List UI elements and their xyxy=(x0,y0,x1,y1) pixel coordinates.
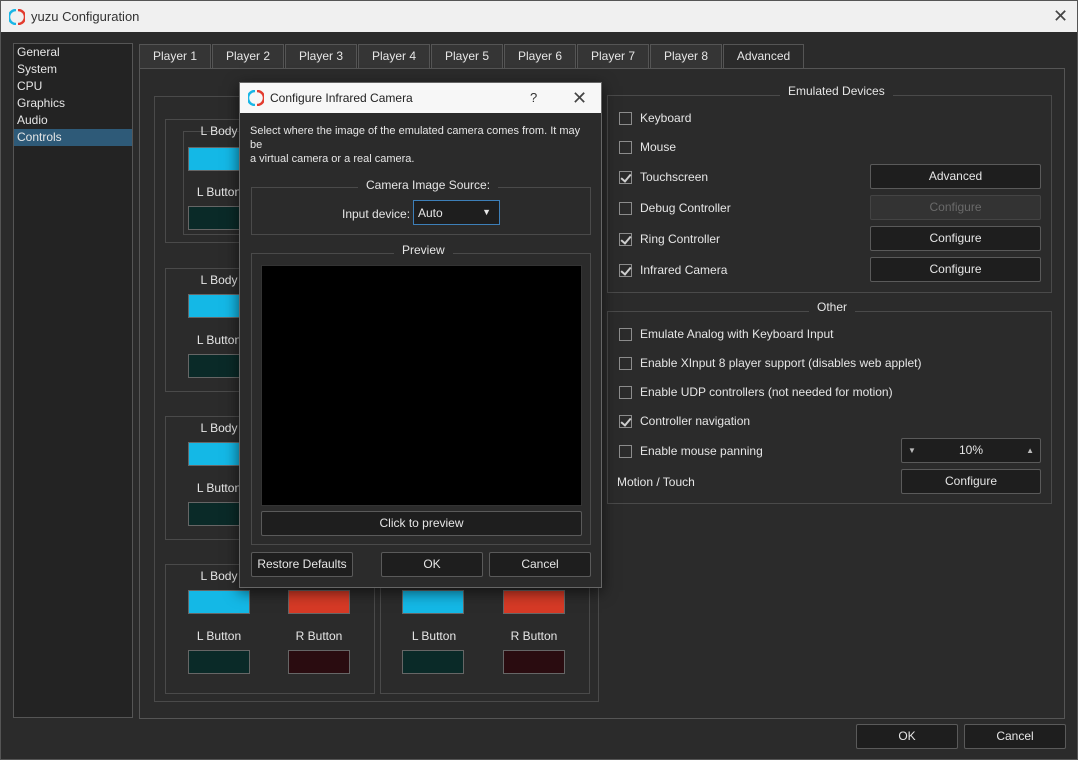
debug-controller-checkbox[interactable]: Debug Controller xyxy=(619,199,731,217)
l-button-color-button[interactable] xyxy=(402,650,464,674)
chevron-down-icon[interactable]: ▼ xyxy=(482,207,491,217)
description-line-2: a virtual camera or a real camera. xyxy=(250,153,415,165)
l-body-color-button[interactable] xyxy=(188,590,250,614)
checkbox-label: Enable XInput 8 player support (disables… xyxy=(640,356,922,370)
emulate-analog-checkbox[interactable]: Emulate Analog with Keyboard Input xyxy=(619,325,833,343)
l-button-label: L Button xyxy=(411,629,457,643)
click-to-preview-button[interactable]: Click to preview xyxy=(261,511,582,536)
tab-player-4[interactable]: Player 4 xyxy=(358,44,430,69)
dialog-ok-button[interactable]: OK xyxy=(381,552,483,577)
checkbox-box[interactable] xyxy=(619,140,632,154)
sidebar-item-system[interactable]: System xyxy=(14,61,132,78)
camera-preview xyxy=(261,265,582,506)
ok-button[interactable]: OK xyxy=(856,724,958,749)
sidebar-item-cpu[interactable]: CPU xyxy=(14,78,132,95)
tab-player-8[interactable]: Player 8 xyxy=(650,44,722,69)
keyboard-checkbox[interactable]: Keyboard xyxy=(619,109,691,127)
tab-player-1[interactable]: Player 1 xyxy=(139,44,211,69)
checkbox-box[interactable] xyxy=(619,263,632,277)
other-title: Other xyxy=(809,300,856,314)
tab-advanced[interactable]: Advanced xyxy=(723,44,804,70)
mouse-checkbox[interactable]: Mouse xyxy=(619,138,676,156)
camera-source-title: Camera Image Source: xyxy=(358,178,499,192)
l-button-color-button[interactable] xyxy=(188,650,250,674)
mouse-panning-spinbox[interactable]: ▼ 10% ▲ xyxy=(901,438,1041,463)
checkbox-box[interactable] xyxy=(619,327,632,341)
sidebar-item-controls[interactable]: Controls xyxy=(14,129,132,146)
checkbox-label: Keyboard xyxy=(640,111,692,125)
debug-controller-configure-button[interactable]: Configure xyxy=(870,195,1041,220)
restore-defaults-button[interactable]: Restore Defaults xyxy=(251,552,353,577)
controller-navigation-checkbox[interactable]: Controller navigation xyxy=(619,412,750,430)
checkbox-box[interactable] xyxy=(619,414,632,428)
checkbox-box[interactable] xyxy=(619,444,632,458)
checkbox-label: Infrared Camera xyxy=(640,263,728,277)
dialog-close-icon[interactable]: ✕ xyxy=(572,89,587,107)
spin-up-icon[interactable]: ▲ xyxy=(1026,439,1034,462)
dialog-description: Select where the image of the emulated c… xyxy=(250,124,595,166)
ring-controller-checkbox[interactable]: Ring Controller xyxy=(619,230,720,248)
tab-player-7[interactable]: Player 7 xyxy=(577,44,649,69)
l-button-label: L Button xyxy=(196,629,242,643)
r-body-color-button[interactable] xyxy=(288,590,350,614)
checkbox-label: Emulate Analog with Keyboard Input xyxy=(640,327,834,341)
checkbox-box[interactable] xyxy=(619,385,632,399)
r-button-color-button[interactable] xyxy=(288,650,350,674)
checkbox-box[interactable] xyxy=(619,232,632,246)
input-device-label: Input device: xyxy=(342,207,411,221)
cancel-button[interactable]: Cancel xyxy=(964,724,1066,749)
window-title: yuzu Configuration xyxy=(31,9,140,24)
input-device-select[interactable]: Auto ▼ xyxy=(413,200,500,225)
r-button-color-button[interactable] xyxy=(503,650,565,674)
checkbox-label: Enable mouse panning xyxy=(640,444,763,458)
r-button-label: R Button xyxy=(295,629,343,643)
checkbox-box[interactable] xyxy=(619,170,632,184)
mouse-panning-checkbox[interactable]: Enable mouse panning xyxy=(619,442,763,460)
emulated-devices-title: Emulated Devices xyxy=(780,84,893,98)
checkbox-box[interactable] xyxy=(619,356,632,370)
ring-controller-configure-button[interactable]: Configure xyxy=(870,226,1041,251)
spin-down-icon[interactable]: ▼ xyxy=(908,439,916,462)
window-close-icon[interactable]: ✕ xyxy=(1053,7,1068,25)
tab-player-2[interactable]: Player 2 xyxy=(212,44,284,69)
r-body-color-button[interactable] xyxy=(503,590,565,614)
checkbox-label: Ring Controller xyxy=(640,232,721,246)
r-button-label: R Button xyxy=(510,629,558,643)
configure-infrared-camera-dialog: Configure Infrared Camera ? ✕ Select whe… xyxy=(239,82,602,588)
tab-player-6[interactable]: Player 6 xyxy=(504,44,576,69)
tab-player-3[interactable]: Player 3 xyxy=(285,44,357,69)
infrared-camera-configure-button[interactable]: Configure xyxy=(870,257,1041,282)
l-body-color-button[interactable] xyxy=(402,590,464,614)
checkbox-label: Enable UDP controllers (not needed for m… xyxy=(640,385,893,399)
motion-touch-configure-button[interactable]: Configure xyxy=(901,469,1041,494)
infrared-camera-checkbox[interactable]: Infrared Camera xyxy=(619,261,727,279)
dialog-cancel-button[interactable]: Cancel xyxy=(489,552,591,577)
xinput-8-player-checkbox[interactable]: Enable XInput 8 player support (disables… xyxy=(619,354,922,372)
udp-controllers-checkbox[interactable]: Enable UDP controllers (not needed for m… xyxy=(619,383,893,401)
yuzu-logo-icon xyxy=(248,90,264,106)
description-line-1: Select where the image of the emulated c… xyxy=(250,125,581,151)
checkbox-box[interactable] xyxy=(619,201,632,215)
checkbox-label: Mouse xyxy=(640,140,677,154)
settings-sidebar: General System CPU Graphics Audio Contro… xyxy=(13,43,133,718)
help-icon[interactable]: ? xyxy=(530,90,537,105)
preview-title: Preview xyxy=(394,243,453,257)
checkbox-label: Controller navigation xyxy=(640,414,751,428)
mouse-panning-value: 10% xyxy=(958,443,984,457)
motion-touch-label: Motion / Touch xyxy=(617,475,695,489)
checkbox-label: Touchscreen xyxy=(640,170,709,184)
dialog-titlebar: Configure Infrared Camera ? ✕ xyxy=(240,83,601,113)
dialog-title: Configure Infrared Camera xyxy=(270,91,413,105)
window-titlebar: yuzu Configuration ✕ xyxy=(1,1,1077,32)
checkbox-label: Debug Controller xyxy=(640,201,731,215)
touchscreen-checkbox[interactable]: Touchscreen xyxy=(619,168,708,186)
input-device-value: Auto xyxy=(418,206,443,220)
sidebar-item-audio[interactable]: Audio xyxy=(14,112,132,129)
sidebar-item-graphics[interactable]: Graphics xyxy=(14,95,132,112)
sidebar-item-general[interactable]: General xyxy=(14,44,132,61)
checkbox-box[interactable] xyxy=(619,111,632,125)
yuzu-logo-icon xyxy=(9,9,25,25)
tab-player-5[interactable]: Player 5 xyxy=(431,44,503,69)
touchscreen-advanced-button[interactable]: Advanced xyxy=(870,164,1041,189)
